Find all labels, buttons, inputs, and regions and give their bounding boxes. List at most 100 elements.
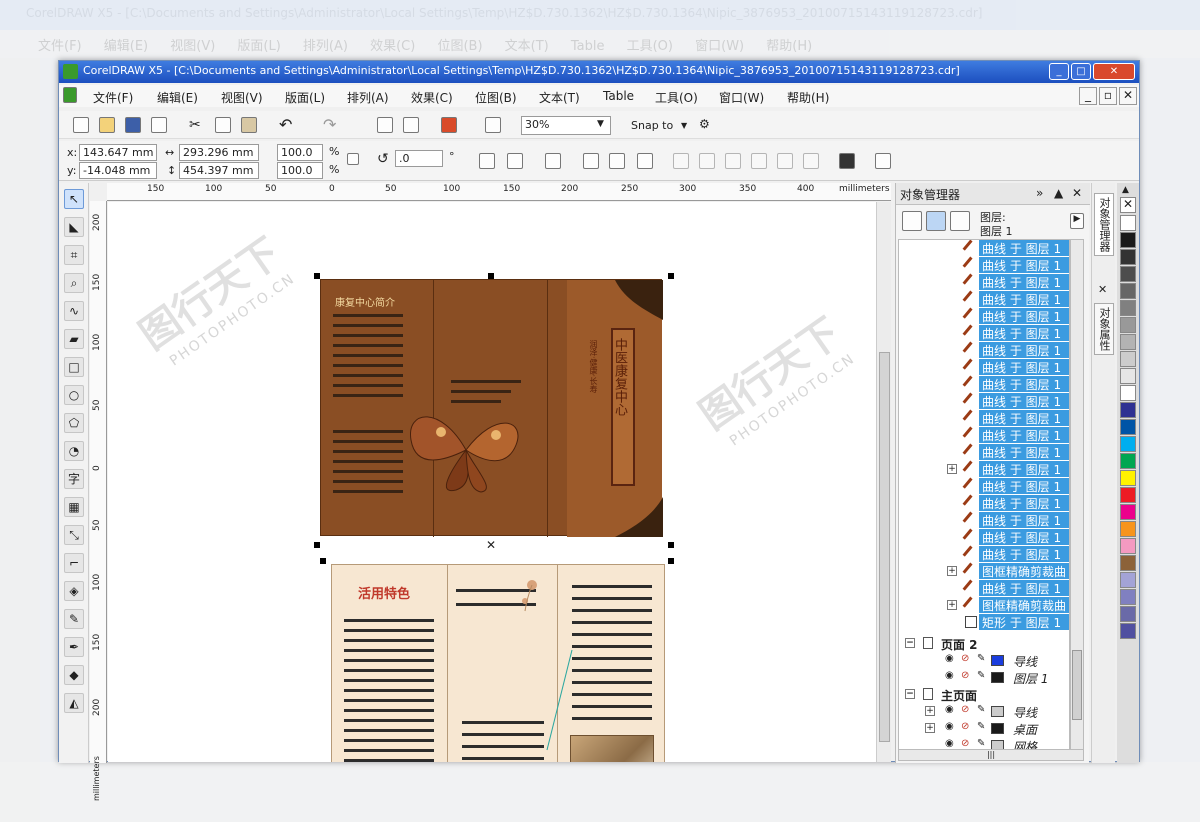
doc-restore-button[interactable]: ▫ [1099,87,1117,105]
color-swatch[interactable] [1120,453,1136,469]
page-2-node[interactable]: − 页面 2 [899,635,1069,652]
group-icon[interactable] [545,153,561,169]
crop-tool-icon[interactable]: ⌗ [64,245,84,265]
panel-collapse-icon[interactable]: ▲ [1054,186,1063,200]
connector-tool-icon[interactable]: ⌐ [64,553,84,573]
polygon-tool-icon[interactable]: ⬠ [64,413,84,433]
expand-toggle-icon[interactable]: + [925,706,935,716]
object-tree-item[interactable]: 曲线 于 图层 1 [899,341,1069,359]
printable-icon[interactable]: ⊘ [961,653,969,664]
object-tree-item[interactable]: 曲线 于 图层 1 [899,375,1069,393]
layer-color-swatch[interactable] [991,672,1004,683]
show-properties-icon[interactable] [902,211,922,231]
collapse-toggle-icon[interactable]: − [905,638,915,648]
vertical-scrollbar[interactable] [876,202,891,762]
interactive-fill-icon[interactable]: ◭ [64,693,84,713]
object-tree-item[interactable]: 曲线 于 图层 1 [899,511,1069,529]
ellipse-tool-icon[interactable]: ○ [64,385,84,405]
printable-icon[interactable]: ⊘ [961,670,969,681]
menu-arrange[interactable]: 排列(A) [347,89,389,106]
x-position-field[interactable]: 143.647 mm [79,144,157,161]
object-tree-item[interactable]: 曲线 于 图层 1 [899,409,1069,427]
visibility-eye-icon[interactable]: ◉ [945,721,954,732]
palette-up-icon[interactable]: ▲ [1122,185,1129,195]
app-launcher-icon[interactable] [441,117,457,133]
trim-icon[interactable] [699,153,715,169]
scale-x-field[interactable]: 100.0 [277,144,323,161]
back-minus-front-icon[interactable] [803,153,819,169]
layer-row[interactable]: + ◉ ⊘ ✎ 导线 [899,703,1069,720]
mirror-horizontal-icon[interactable] [479,153,495,169]
menu-tools[interactable]: 工具(O) [655,89,698,106]
shape-tool-icon[interactable]: ◣ [64,217,84,237]
selection-handle[interactable] [320,558,326,564]
redo-icon[interactable]: ↷ [323,115,339,134]
tab-object-manager[interactable]: 对象管理器 [1094,193,1114,256]
pick-tool-icon[interactable]: ↖ [64,189,84,209]
visibility-eye-icon[interactable]: ◉ [945,653,954,664]
ungroup-icon[interactable] [609,153,625,169]
blend-tool-icon[interactable]: ◈ [64,581,84,601]
color-swatch[interactable] [1120,215,1136,231]
color-swatch[interactable] [1120,351,1136,367]
weld-icon[interactable] [673,153,689,169]
intersect-icon[interactable] [725,153,741,169]
object-tree-item[interactable]: 曲线 于 图层 1 [899,358,1069,376]
object-tree-item[interactable]: 曲线 于 图层 1 [899,392,1069,410]
editable-pencil-icon[interactable]: ✎ [977,704,985,715]
menu-view[interactable]: 视图(V) [221,89,263,106]
panel-expand-icon[interactable]: » [1036,186,1043,200]
color-swatch[interactable] [1120,504,1136,520]
color-swatch[interactable] [1120,606,1136,622]
selection-handle[interactable] [314,542,320,548]
visibility-eye-icon[interactable]: ◉ [945,704,954,715]
color-swatch[interactable] [1120,300,1136,316]
object-tree[interactable]: 曲线 于 图层 1 曲线 于 图层 1 曲线 于 图层 1 曲线 于 图层 1 曲线 于… [898,239,1070,751]
undo-icon[interactable]: ↶ [279,115,295,134]
zoom-dropdown-icon[interactable]: ▼ [597,119,604,129]
lock-ratio-icon[interactable] [347,153,359,165]
menu-edit[interactable]: 编辑(E) [157,89,198,106]
object-tree-item[interactable]: 曲线 于 图层 1 [899,528,1069,546]
vertical-ruler[interactable]: 200 150 100 50 0 50 100 150 200 millimet… [90,201,107,801]
snap-dropdown-icon[interactable]: ▼ [681,121,687,130]
object-tree-item[interactable]: 曲线 于 图层 1 [899,426,1069,444]
tab-close-icon[interactable]: ✕ [1098,283,1107,296]
editable-pencil-icon[interactable]: ✎ [977,721,985,732]
object-tree-item[interactable]: 曲线 于 图层 1 [899,273,1069,291]
object-tree-item[interactable]: 曲线 于 图层 1 [899,240,1069,257]
save-icon[interactable] [125,117,141,133]
selection-handle[interactable] [668,558,674,564]
menu-table[interactable]: Table [603,89,634,103]
object-tree-item[interactable]: 曲线 于 图层 1 [899,494,1069,512]
outline-pen-icon[interactable]: ✒ [64,637,84,657]
menu-window[interactable]: 窗口(W) [719,89,764,106]
width-field[interactable]: 293.296 mm [179,144,259,161]
color-swatch[interactable] [1120,266,1136,282]
menu-text[interactable]: 文本(T) [539,89,580,106]
color-swatch[interactable] [1120,334,1136,350]
doc-close-button[interactable]: ✕ [1119,87,1137,105]
object-tree-item[interactable]: 曲线 于 图层 1 [899,579,1069,597]
object-tree-item[interactable]: 矩形 于 图层 1 [899,614,1069,631]
new-icon[interactable] [73,117,89,133]
brochure-outer-page[interactable]: 康复中心简介 中医康复中心 润泽·健康·长寿 [320,279,663,537]
color-swatch[interactable] [1120,317,1136,333]
basic-shapes-icon[interactable]: ◔ [64,441,84,461]
copy-icon[interactable] [215,117,231,133]
break-apart-icon[interactable] [637,153,653,169]
maximize-button[interactable]: □ [1071,63,1091,80]
color-swatch[interactable] [1120,368,1136,384]
smart-fill-icon[interactable]: ▰ [64,329,84,349]
object-tree-item[interactable]: 曲线 于 图层 1 [899,545,1069,563]
printable-icon[interactable]: ⊘ [961,704,969,715]
selection-handle[interactable] [668,273,674,279]
snap-to-button[interactable]: Snap to [631,119,673,132]
menu-file[interactable]: 文件(F) [93,89,133,106]
tree-scrollbar[interactable] [1070,239,1084,751]
object-tree-item[interactable]: 曲线 于 图层 1 [899,307,1069,325]
layer-color-swatch[interactable] [991,706,1004,717]
object-tree-item[interactable]: 曲线 于 图层 1 [899,290,1069,308]
no-color-swatch[interactable]: ✕ [1120,197,1136,213]
combine-icon[interactable] [583,153,599,169]
